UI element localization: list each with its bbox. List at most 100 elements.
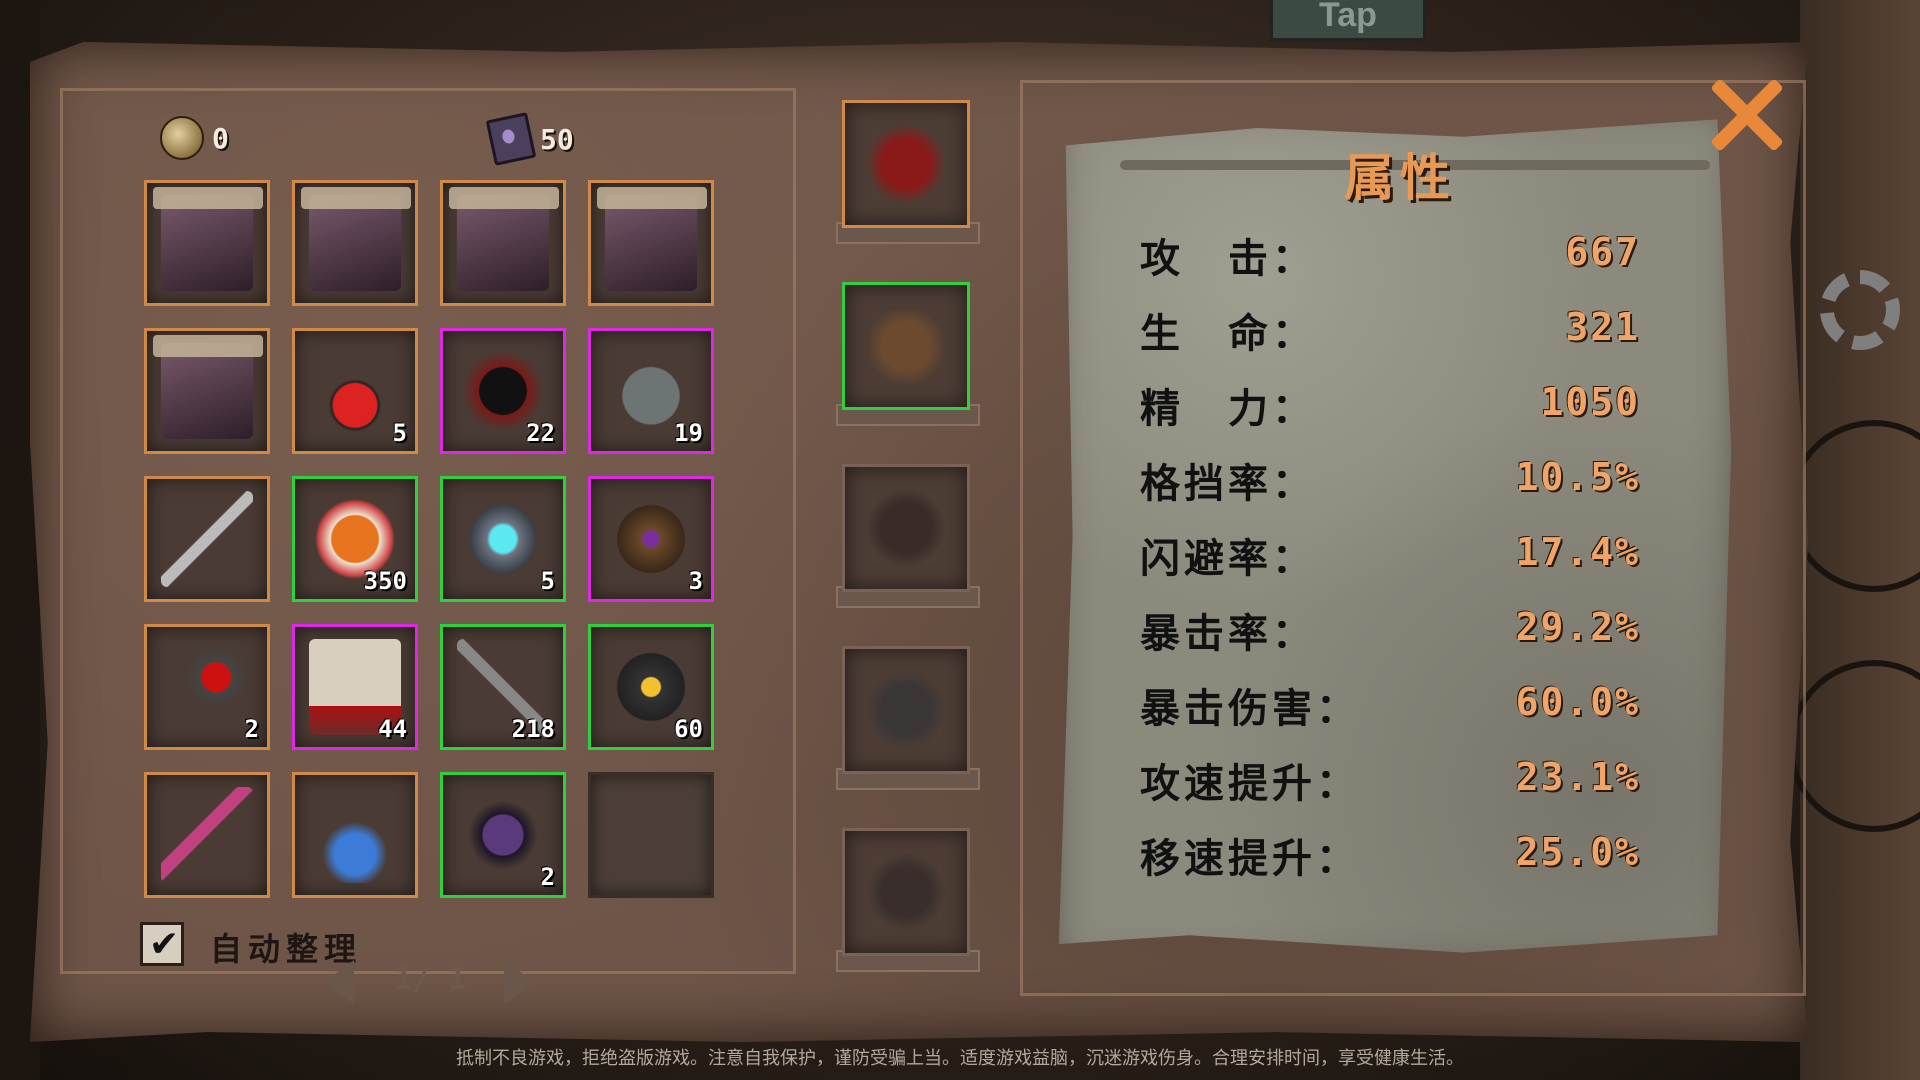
scroll-icon [449,187,559,209]
page-indicator: 1/ 1 [393,962,467,997]
inventory-slot-portrait[interactable] [588,180,714,306]
stat-label: 暴击伤害： [1140,686,1360,732]
empty-slot[interactable] [588,772,714,898]
next-page-button[interactable] [504,960,534,1004]
inventory-slot-axe[interactable]: 2 [144,624,270,750]
stat-row: 攻 击： 667 [1140,226,1640,286]
item-count: 44 [378,715,407,743]
portrait-icon [605,195,697,291]
stat-label: 生 命： [1140,311,1316,357]
claw-icon [309,787,401,883]
item-count: 5 [540,567,555,595]
stat-label: 移速提升： [1140,836,1360,882]
stat-row: 闪避率： 17.4% [1140,526,1640,586]
armor-icon [863,667,949,753]
stat-label: 精 力： [1140,386,1316,432]
prev-page-button[interactable] [324,960,354,1004]
inventory-slot-portrait[interactable] [292,180,418,306]
item-count: 2 [540,863,555,891]
blade-icon [863,121,949,207]
equipment-slot-offhand[interactable] [842,282,970,410]
inventory-slot-gem-shard[interactable]: 2 [440,772,566,898]
equipment-slot-boots[interactable] [842,828,970,956]
portrait-icon [161,195,253,291]
stat-value: 17.4% [1515,530,1640,574]
coin-icon [160,116,204,160]
stat-label: 攻 击： [1140,236,1316,282]
auto-sort-checkbox[interactable]: ✔ [140,922,184,966]
scroll-icon [153,187,263,209]
equipment-slot-helmet[interactable] [842,464,970,592]
stat-label: 暴击率： [1140,611,1316,657]
inventory-slot-banner[interactable]: 44 [292,624,418,750]
checkmark-icon: ✔ [149,924,180,965]
item-count: 19 [674,419,703,447]
inventory-slot-portrait[interactable] [440,180,566,306]
axe-icon [161,639,253,735]
equipment-slot-weapon[interactable] [842,100,970,228]
inventory-slot-key[interactable]: 218 [440,624,566,750]
stat-value: 321 [1565,305,1640,349]
stat-label: 格挡率： [1140,461,1316,507]
stat-label: 攻速提升： [1140,761,1360,807]
close-button[interactable] [1700,70,1790,160]
stat-value: 667 [1565,230,1640,274]
book-amount: 50 [540,122,574,156]
inventory-slot-claw[interactable] [292,772,418,898]
item-count: 350 [363,567,407,595]
inventory-slot-potion[interactable]: 5 [292,328,418,454]
inventory-slot-spear[interactable] [144,476,270,602]
stat-row: 攻速提升： 23.1% [1140,751,1640,811]
scroll-icon [301,187,411,209]
portrait-icon [161,343,253,439]
health-notice: 抵制不良游戏，拒绝盗版游戏。注意自我保护，谨防受骗上当。适度游戏益脑，沉迷游戏伤… [456,1048,1464,1069]
book-counter: 50 [485,112,574,166]
item-count: 60 [674,715,703,743]
hat-icon [863,485,949,571]
inventory-slot-crystal[interactable]: 5 [440,476,566,602]
spear-icon [161,491,253,587]
inventory-slot-jar[interactable]: 19 [588,328,714,454]
stat-row: 生 命： 321 [1140,301,1640,361]
mask-icon [605,491,697,587]
tap-sign: Tap [1270,0,1426,41]
potion-icon [309,343,401,439]
spellbook-icon [485,112,537,166]
coin-amount: 0 [212,121,229,155]
stat-row: 移速提升： 25.0% [1140,826,1640,886]
stat-row: 精 力： 1050 [1140,376,1640,436]
inventory-slot-portrait[interactable] [144,328,270,454]
stat-row: 暴击伤害： 60.0% [1140,676,1640,736]
inventory-slot-scythe[interactable] [144,772,270,898]
inventory-slot-mask[interactable]: 3 [588,476,714,602]
inventory-slot-candy[interactable]: 350 [292,476,418,602]
inventory-slot-portrait[interactable] [144,180,270,306]
crystal-icon [457,491,549,587]
stat-row: 暴击率： 29.2% [1140,601,1640,661]
shield-icon [863,303,949,389]
attributes-title: 属性 [1344,149,1456,207]
item-count: 5 [392,419,407,447]
scroll-icon [153,335,263,357]
gear-icon[interactable] [1820,270,1900,350]
stat-value: 60.0% [1515,680,1640,724]
boots-icon [863,849,949,935]
inventory-slot-dark-orb[interactable]: 22 [440,328,566,454]
stat-value: 23.1% [1515,755,1640,799]
portrait-icon [309,195,401,291]
item-count: 3 [688,567,703,595]
portrait-icon [457,195,549,291]
item-count: 2 [244,715,259,743]
stat-row: 格挡率： 10.5% [1140,451,1640,511]
item-count: 22 [526,419,555,447]
stat-label: 闪避率： [1140,536,1316,582]
stat-value: 1050 [1540,380,1640,424]
coin-counter: 0 [160,116,229,160]
stat-value: 10.5% [1515,455,1640,499]
scythe-icon [161,787,253,883]
item-count: 218 [511,715,555,743]
inventory-slot-ore[interactable]: 60 [588,624,714,750]
equipment-slot-armor[interactable] [842,646,970,774]
gem-shard-icon [457,787,549,883]
stat-value: 25.0% [1515,830,1640,874]
